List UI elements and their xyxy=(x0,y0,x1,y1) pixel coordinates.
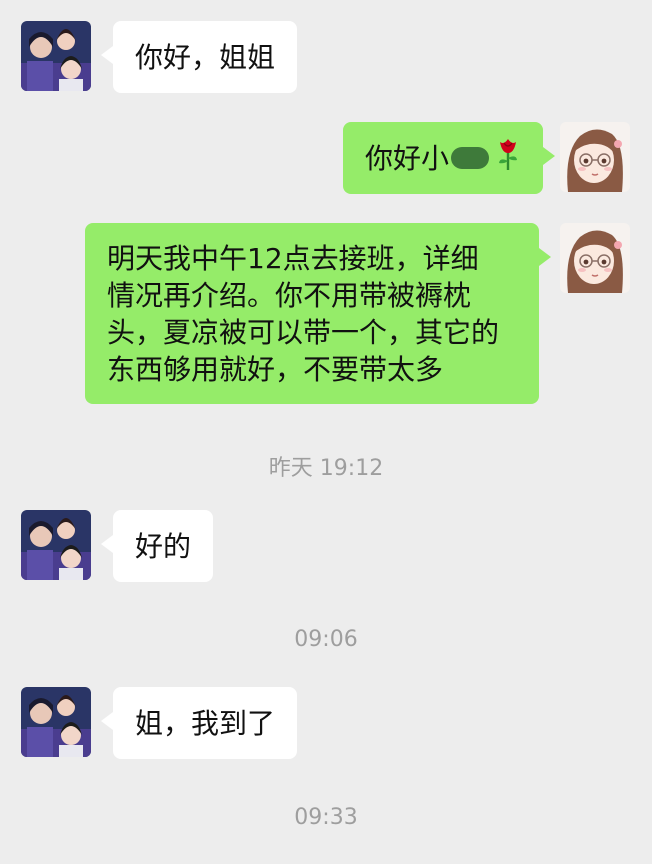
message-timestamp: 昨天 19:12 xyxy=(268,456,384,481)
message-text: 你好，姐姐 xyxy=(135,40,276,74)
rose-icon xyxy=(495,137,521,180)
contact-avatar[interactable] xyxy=(21,21,91,91)
message-text-line: 情况再介绍。你不用带被褥枕 xyxy=(107,279,472,312)
message-text: 好的 xyxy=(135,529,192,563)
message-text: 姐，我到了 xyxy=(135,706,276,740)
message-text-line: 头，夏凉被可以带一个，其它的 xyxy=(107,316,500,349)
message-text: 你好小 xyxy=(365,141,450,175)
contact-avatar[interactable] xyxy=(21,687,91,757)
redaction-mark xyxy=(451,147,490,169)
message-bubble-incoming[interactable]: 你好，姐姐 xyxy=(100,21,298,93)
message-bubble-outgoing[interactable]: 明天我中午12点去接班，详细 情况再介绍。你不用带被褥枕 头，夏凉被可以带一个，… xyxy=(85,223,551,404)
message-text-line: 东西够用就好，不要带太多 xyxy=(107,353,444,386)
user-avatar[interactable] xyxy=(560,122,630,192)
message-text-line: 明天我中午12点去接班，详细 xyxy=(107,242,479,275)
message-bubble-outgoing[interactable]: 你好小 xyxy=(343,122,556,194)
contact-avatar[interactable] xyxy=(21,510,91,580)
message-timestamp: 09:33 xyxy=(294,805,358,830)
message-bubble-incoming[interactable]: 好的 xyxy=(100,510,214,582)
message-timestamp: 09:06 xyxy=(294,627,358,652)
message-bubble-incoming[interactable]: 姐，我到了 xyxy=(100,687,298,759)
user-avatar[interactable] xyxy=(560,223,630,293)
